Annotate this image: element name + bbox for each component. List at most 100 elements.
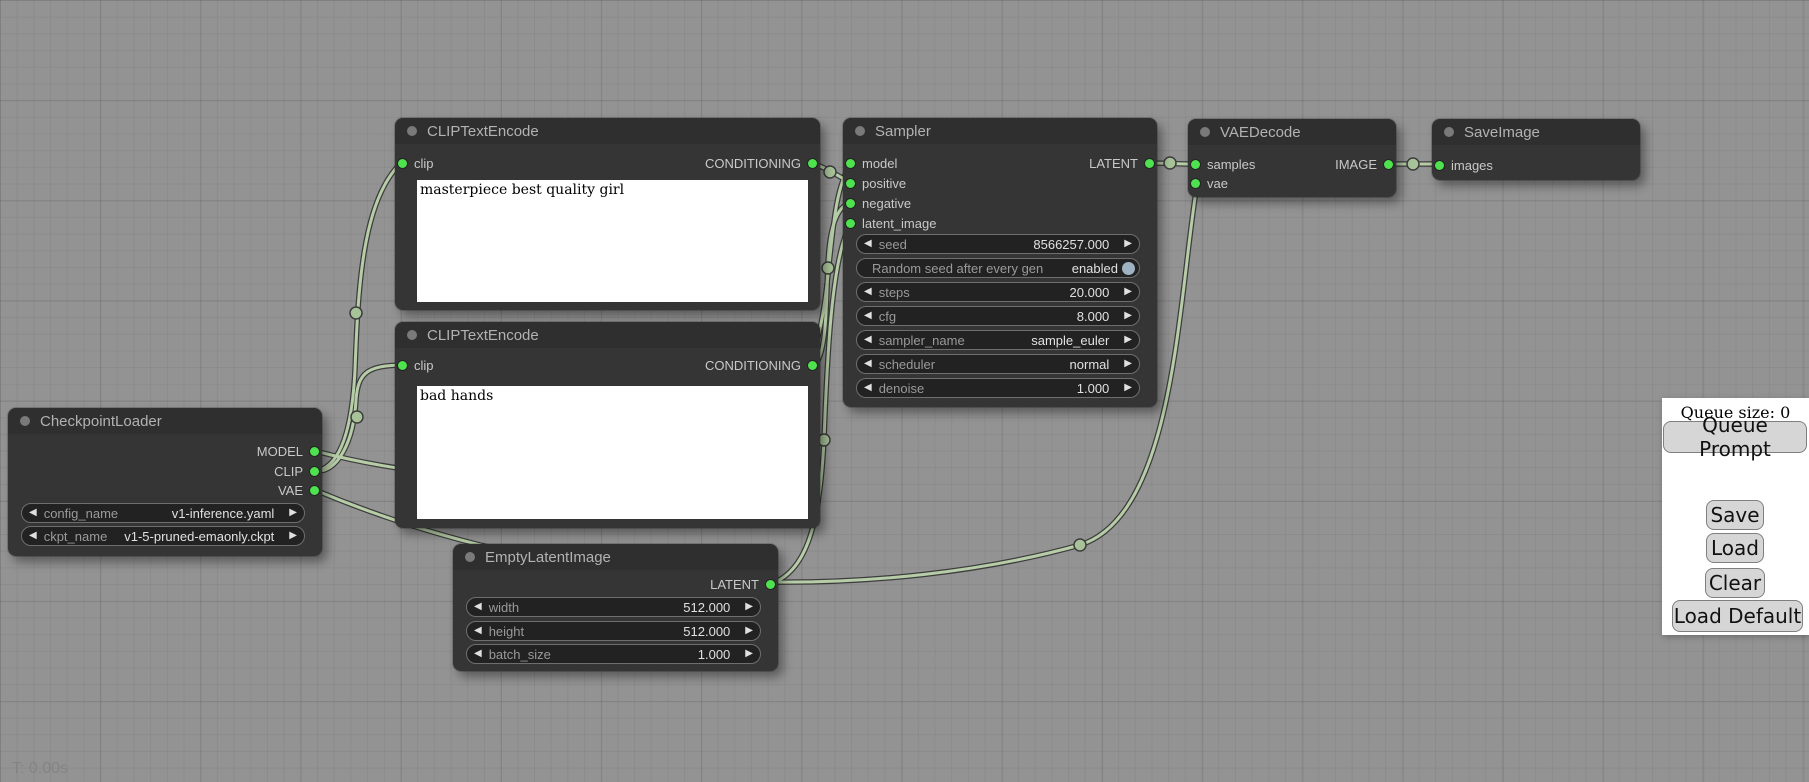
input-dot-icon[interactable]	[846, 159, 855, 168]
output-port-vae[interactable]: VAE	[278, 480, 319, 500]
node-title-bar[interactable]: CLIPTextEncode	[395, 322, 820, 348]
widget-random-seed-toggle[interactable]: Random seed after every gen enabled	[856, 258, 1140, 278]
comfyui-canvas[interactable]: { "icons": { "arrow_left": "◀", "arrow_r…	[0, 0, 1809, 782]
collapse-dot-icon[interactable]	[407, 126, 417, 136]
output-dot-icon[interactable]	[310, 486, 319, 495]
output-port-latent[interactable]: LATENT	[710, 574, 775, 594]
output-port-model[interactable]: MODEL	[257, 441, 319, 461]
increment-arrow-icon[interactable]: ▶	[1117, 287, 1139, 297]
collapse-dot-icon[interactable]	[407, 330, 417, 340]
increment-arrow-icon[interactable]: ▶	[1117, 311, 1139, 321]
increment-arrow-icon[interactable]: ▶	[282, 508, 304, 518]
input-port-clip[interactable]: clip	[398, 355, 434, 375]
input-port-clip[interactable]: clip	[398, 153, 434, 173]
input-dot-icon[interactable]	[846, 179, 855, 188]
collapse-dot-icon[interactable]	[855, 126, 865, 136]
node-title-bar[interactable]: CLIPTextEncode	[395, 118, 820, 144]
node-title-bar[interactable]: SaveImage	[1432, 119, 1640, 145]
input-port-images[interactable]: images	[1435, 155, 1493, 175]
node-title-bar[interactable]: Sampler	[843, 118, 1157, 144]
input-dot-icon[interactable]	[1435, 161, 1444, 170]
node-clip-text-encode-positive[interactable]: CLIPTextEncode clip CONDITIONING masterp…	[395, 118, 820, 310]
toggle-knob-icon[interactable]	[1122, 262, 1135, 275]
widget-denoise[interactable]: ◀ denoise 1.000 ▶	[856, 378, 1140, 398]
collapse-dot-icon[interactable]	[20, 416, 30, 426]
increment-arrow-icon[interactable]: ▶	[1117, 383, 1139, 393]
node-save-image[interactable]: SaveImage images	[1432, 119, 1640, 180]
increment-arrow-icon[interactable]: ▶	[738, 649, 760, 659]
node-sampler[interactable]: Sampler model positive negative latent_i…	[843, 118, 1157, 407]
output-port-latent[interactable]: LATENT	[1089, 153, 1154, 173]
load-button[interactable]: Load	[1706, 533, 1764, 563]
node-title-bar[interactable]: EmptyLatentImage	[453, 544, 778, 570]
output-dot-icon[interactable]	[808, 361, 817, 370]
node-checkpoint-loader[interactable]: CheckpointLoader MODEL CLIP VAE ◀ config…	[8, 408, 322, 556]
increment-arrow-icon[interactable]: ▶	[1117, 359, 1139, 369]
widget-seed[interactable]: ◀ seed 8566257.000 ▶	[856, 234, 1140, 254]
input-dot-icon[interactable]	[1191, 160, 1200, 169]
input-dot-icon[interactable]	[846, 199, 855, 208]
output-port-conditioning[interactable]: CONDITIONING	[705, 153, 817, 173]
input-port-negative[interactable]: negative	[846, 193, 911, 213]
node-vae-decode[interactable]: VAEDecode samples vae IMAGE	[1188, 119, 1396, 197]
decrement-arrow-icon[interactable]: ◀	[22, 531, 44, 541]
input-port-latent-image[interactable]: latent_image	[846, 213, 936, 233]
input-port-positive[interactable]: positive	[846, 173, 906, 193]
queue-prompt-button[interactable]: Queue Prompt	[1663, 421, 1807, 453]
input-dot-icon[interactable]	[398, 361, 407, 370]
increment-arrow-icon[interactable]: ▶	[282, 531, 304, 541]
increment-arrow-icon[interactable]: ▶	[1117, 335, 1139, 345]
increment-arrow-icon[interactable]: ▶	[738, 626, 760, 636]
positive-prompt-textarea[interactable]: masterpiece best quality girl	[417, 180, 808, 302]
widget-sampler-name[interactable]: ◀ sampler_name sample_euler ▶	[856, 330, 1140, 350]
widget-batch-size[interactable]: ◀ batch_size 1.000 ▶	[466, 644, 761, 664]
output-port-clip[interactable]: CLIP	[274, 461, 319, 481]
negative-prompt-textarea[interactable]: bad hands	[417, 386, 808, 519]
node-clip-text-encode-negative[interactable]: CLIPTextEncode clip CONDITIONING bad han…	[395, 322, 820, 528]
output-port-conditioning[interactable]: CONDITIONING	[705, 355, 817, 375]
input-dot-icon[interactable]	[846, 219, 855, 228]
decrement-arrow-icon[interactable]: ◀	[857, 311, 879, 321]
widget-height[interactable]: ◀ height 512.000 ▶	[466, 621, 761, 641]
widget-steps[interactable]: ◀ steps 20.000 ▶	[856, 282, 1140, 302]
node-empty-latent-image[interactable]: EmptyLatentImage LATENT ◀ width 512.000 …	[453, 544, 778, 671]
collapse-dot-icon[interactable]	[465, 552, 475, 562]
output-dot-icon[interactable]	[1145, 159, 1154, 168]
decrement-arrow-icon[interactable]: ◀	[857, 383, 879, 393]
collapse-dot-icon[interactable]	[1444, 127, 1454, 137]
decrement-arrow-icon[interactable]: ◀	[467, 649, 489, 659]
output-dot-icon[interactable]	[310, 447, 319, 456]
widget-cfg[interactable]: ◀ cfg 8.000 ▶	[856, 306, 1140, 326]
decrement-arrow-icon[interactable]: ◀	[467, 626, 489, 636]
node-title-bar[interactable]: VAEDecode	[1188, 119, 1396, 145]
input-port-model[interactable]: model	[846, 153, 897, 173]
widget-ckpt-name[interactable]: ◀ ckpt_name v1-5-pruned-emaonly.ckpt ▶	[21, 526, 305, 546]
widget-label: width	[489, 600, 519, 615]
decrement-arrow-icon[interactable]: ◀	[22, 508, 44, 518]
node-title-bar[interactable]: CheckpointLoader	[8, 408, 322, 434]
input-port-vae[interactable]: vae	[1191, 173, 1228, 193]
increment-arrow-icon[interactable]: ▶	[1117, 239, 1139, 249]
decrement-arrow-icon[interactable]: ◀	[467, 602, 489, 612]
decrement-arrow-icon[interactable]: ◀	[857, 335, 879, 345]
widget-width[interactable]: ◀ width 512.000 ▶	[466, 597, 761, 617]
input-dot-icon[interactable]	[398, 159, 407, 168]
output-port-image[interactable]: IMAGE	[1335, 154, 1393, 174]
load-default-button[interactable]: Load Default	[1672, 600, 1803, 632]
input-port-samples[interactable]: samples	[1191, 154, 1255, 174]
input-dot-icon[interactable]	[1191, 179, 1200, 188]
port-label: LATENT	[1089, 156, 1138, 171]
collapse-dot-icon[interactable]	[1200, 127, 1210, 137]
decrement-arrow-icon[interactable]: ◀	[857, 359, 879, 369]
output-dot-icon[interactable]	[766, 580, 775, 589]
output-dot-icon[interactable]	[1384, 160, 1393, 169]
widget-scheduler[interactable]: ◀ scheduler normal ▶	[856, 354, 1140, 374]
output-dot-icon[interactable]	[310, 467, 319, 476]
decrement-arrow-icon[interactable]: ◀	[857, 239, 879, 249]
clear-button[interactable]: Clear	[1705, 568, 1765, 598]
widget-config-name[interactable]: ◀ config_name v1-inference.yaml ▶	[21, 503, 305, 523]
decrement-arrow-icon[interactable]: ◀	[857, 287, 879, 297]
save-button[interactable]: Save	[1706, 500, 1764, 530]
output-dot-icon[interactable]	[808, 159, 817, 168]
increment-arrow-icon[interactable]: ▶	[738, 602, 760, 612]
